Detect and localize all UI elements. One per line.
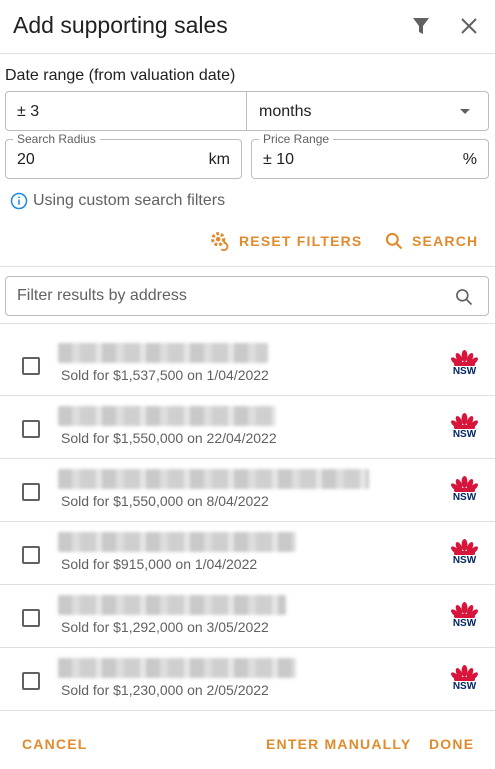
settings-reset-icon <box>211 232 229 252</box>
date-range-unit: months <box>259 103 312 120</box>
done-button[interactable]: DONE <box>429 736 474 752</box>
sold-text: Sold for $1,550,000 on 22/04/2022 <box>61 430 277 446</box>
address-filter-input[interactable] <box>17 286 437 306</box>
nsw-badge-text: NSW <box>452 492 477 503</box>
cancel-button[interactable]: CANCEL <box>22 736 88 752</box>
sold-text: Sold for $1,230,000 on 2/05/2022 <box>61 682 269 698</box>
nsw-logo-icon: NSW <box>451 475 478 507</box>
sold-text: Sold for $1,292,000 on 3/05/2022 <box>61 619 269 635</box>
address-redacted <box>58 658 296 678</box>
dialog-header: Add supporting sales <box>0 0 495 54</box>
search-button[interactable]: SEARCH <box>384 229 478 253</box>
nsw-badge-text: NSW <box>452 618 477 629</box>
list-item[interactable]: Sold for $1,292,000 on 3/05/2022 NSW <box>0 585 495 648</box>
search-radius-value: 20 <box>17 151 35 168</box>
nsw-logo-icon: NSW <box>451 601 478 633</box>
nsw-logo-icon: NSW <box>451 538 478 570</box>
nsw-badge-text: NSW <box>452 555 477 566</box>
address-filter-field[interactable] <box>5 276 489 316</box>
nsw-logo-icon: NSW <box>451 349 478 381</box>
custom-filter-notice: Using custom search filters <box>10 191 225 211</box>
search-label: SEARCH <box>412 233 479 249</box>
date-range-unit-select[interactable]: months <box>246 91 489 131</box>
address-redacted <box>58 532 296 552</box>
reset-filters-button[interactable]: RESET FILTERS <box>209 229 362 253</box>
address-redacted <box>58 595 286 615</box>
nsw-badge-text: NSW <box>452 681 477 692</box>
filter-icon[interactable] <box>409 14 433 38</box>
search-icon <box>385 232 403 250</box>
custom-filter-text: Using custom search filters <box>33 192 226 209</box>
sold-text: Sold for $1,550,000 on 8/04/2022 <box>61 493 269 509</box>
price-range-value: ± 10 <box>263 151 295 168</box>
search-radius-suffix: km <box>208 151 230 168</box>
nsw-badge-text: NSW <box>452 366 477 377</box>
list-item[interactable]: Sold for $1,550,000 on 22/04/2022 NSW <box>0 396 495 459</box>
info-icon <box>10 192 28 210</box>
select-checkbox[interactable] <box>22 609 40 627</box>
search-radius-field[interactable]: Search Radius 20 km <box>5 132 242 179</box>
address-redacted <box>58 469 369 489</box>
chevron-down-icon <box>460 109 470 114</box>
price-range-suffix: % <box>462 151 477 168</box>
search-radius-label: Search Radius <box>13 132 100 146</box>
nsw-logo-icon: NSW <box>451 664 478 696</box>
close-icon[interactable] <box>457 14 481 38</box>
divider <box>0 323 495 324</box>
list-item[interactable]: Sold for $1,550,000 on 8/04/2022 NSW <box>0 459 495 522</box>
list-item[interactable]: Sold for $915,000 on 1/04/2022 NSW <box>0 522 495 585</box>
list-item[interactable]: Sold for $1,230,000 on 2/05/2022 NSW <box>0 648 495 711</box>
select-checkbox[interactable] <box>22 672 40 690</box>
price-range-label: Price Range <box>259 132 334 146</box>
select-checkbox[interactable] <box>22 420 40 438</box>
date-range-value-field[interactable]: ± 3 <box>5 91 247 131</box>
reset-filters-label: RESET FILTERS <box>239 233 363 249</box>
address-redacted <box>58 343 268 363</box>
list-item[interactable]: Sold for $1,537,500 on 1/04/2022 NSW <box>0 333 495 396</box>
address-redacted <box>58 406 276 426</box>
divider <box>0 266 495 267</box>
select-checkbox[interactable] <box>22 546 40 564</box>
price-range-field[interactable]: Price Range ± 10 % <box>251 132 489 179</box>
sold-text: Sold for $1,537,500 on 1/04/2022 <box>61 367 269 383</box>
select-checkbox[interactable] <box>22 483 40 501</box>
nsw-logo-icon: NSW <box>451 412 478 444</box>
select-checkbox[interactable] <box>22 357 40 375</box>
date-range-value: ± 3 <box>17 103 40 120</box>
sold-text: Sold for $915,000 on 1/04/2022 <box>61 556 258 572</box>
search-icon[interactable] <box>454 287 474 307</box>
date-range-label: Date range (from valuation date) <box>5 67 236 84</box>
dialog-title: Add supporting sales <box>13 12 228 38</box>
nsw-badge-text: NSW <box>452 429 477 440</box>
enter-manually-button[interactable]: ENTER MANUALLY <box>266 736 411 752</box>
